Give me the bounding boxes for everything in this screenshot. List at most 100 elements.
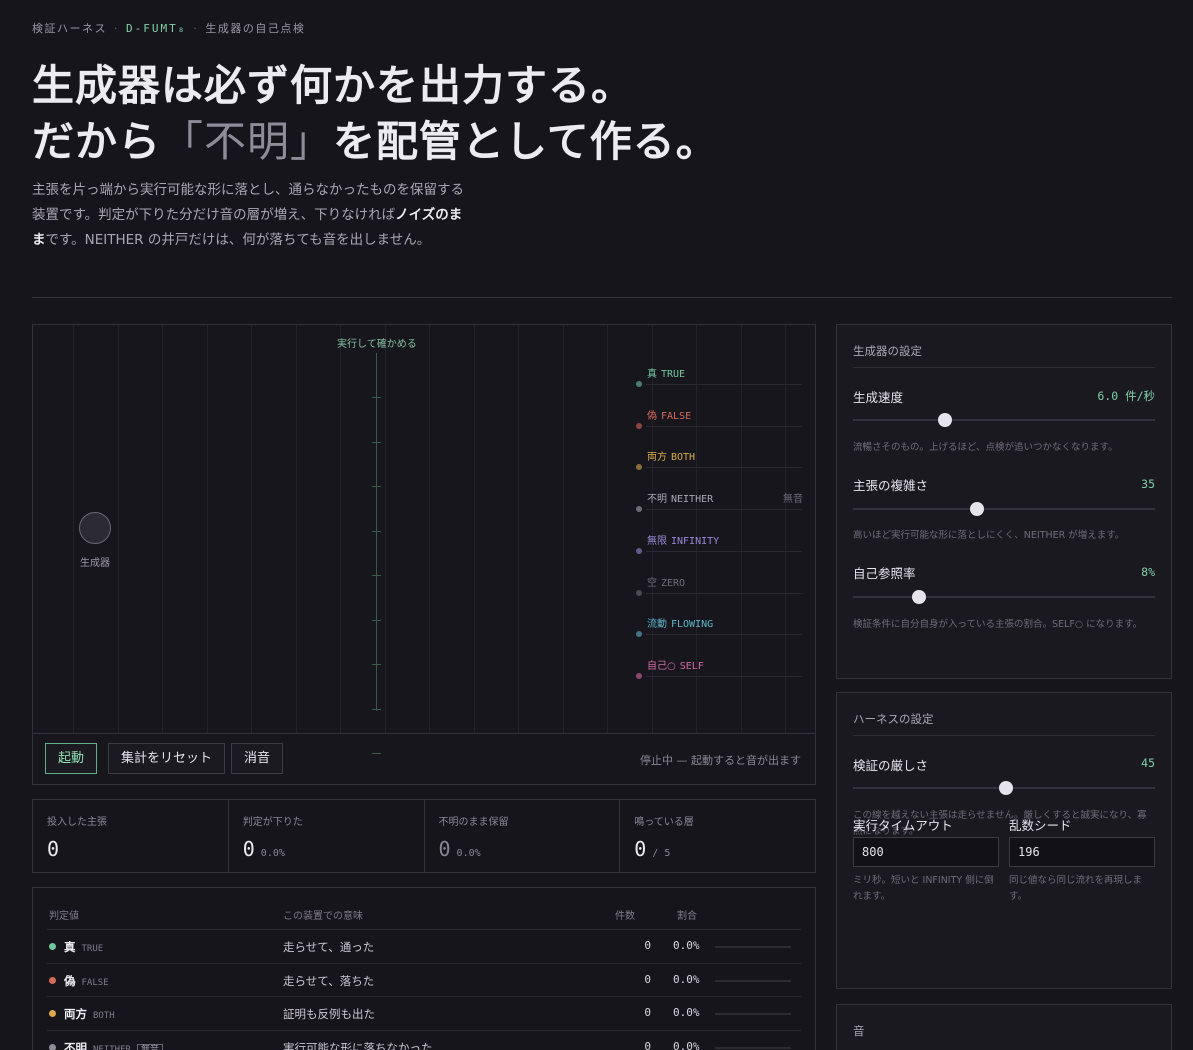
timeout-input[interactable]: 800 [853, 837, 999, 867]
lane-label-en: BOTH [671, 452, 696, 464]
stat-sub: 0.0% [456, 848, 481, 859]
header-meaning: この装置での意味 [283, 911, 363, 922]
breadcrumb-harness: 検証ハーネス [32, 22, 107, 35]
row-ratio-bar [715, 946, 791, 948]
seed-input[interactable]: 196 [1009, 837, 1155, 867]
row-dot [49, 976, 56, 984]
row-en: BOTH [93, 1011, 115, 1021]
panel-header: ハーネスの設定 [853, 693, 1155, 736]
breadcrumb-separator: · [114, 22, 119, 35]
breadcrumb-dfumt: D-FUMT₈ [126, 22, 187, 35]
lede-text-c: です。NEITHER の井戸だけは、何が落ちても音を出しません。 [45, 232, 431, 248]
row-ratio-bar [715, 1013, 791, 1015]
verify-axis [372, 353, 381, 754]
grid-line [162, 325, 163, 733]
row-value: 真 TRUE [49, 939, 103, 955]
axis-tick [372, 664, 381, 665]
lane-label-jp: 不明 [647, 494, 667, 506]
panel-header: 音 [853, 1005, 1155, 1048]
selfref-slider[interactable] [853, 596, 1155, 598]
axis-tick [372, 575, 381, 576]
lane-infinity: 無限 INFINITY [636, 532, 803, 554]
header-ratio: 割合 [677, 911, 697, 922]
grid-line [385, 325, 386, 733]
lane-label-en: TRUE [661, 369, 686, 380]
control-value: 8% [1141, 565, 1155, 579]
speed-slider[interactable] [853, 419, 1155, 421]
lane-label: 流動 FLOWING [647, 615, 713, 630]
lane-label: 自己○ SELF [647, 657, 704, 672]
lane-track [646, 509, 802, 511]
row-jp: 不明 [64, 1040, 87, 1050]
row-dot [49, 1043, 56, 1050]
lane-zero: 空 ZERO [636, 574, 803, 596]
verify-label: 実行して確かめる [337, 339, 417, 350]
seed-label: 乱数シード [1009, 818, 1072, 833]
lane-label: 無限 INFINITY [647, 532, 719, 547]
row-count: 0 [644, 939, 651, 952]
control-name: 生成速度 [853, 390, 904, 405]
stat-value: 0 [242, 837, 255, 861]
stat-value: 0 [47, 837, 60, 861]
lane-label-jp: 真 [647, 369, 657, 380]
lane-dot [636, 381, 642, 387]
lane-label-jp: 無限 [647, 535, 667, 547]
lane-track [646, 425, 802, 427]
control-value: 45 [1141, 756, 1155, 770]
table-row: 両方 BOTH 証明も反例も出た 0 0.0% [47, 997, 801, 1031]
stat-submitted: 投入した主張 0 [33, 800, 229, 872]
lane-neither: 不明 NEITHER 無音 [636, 490, 803, 513]
control-name: 検証の厳しさ [853, 758, 929, 773]
row-dot [49, 943, 56, 950]
selfref-slider-knob[interactable] [912, 590, 927, 604]
lane-both: 両方 BOTH [636, 448, 803, 471]
lane-track [646, 592, 802, 594]
table-header: 判定値 この装置での意味 件数 割合 [47, 888, 801, 930]
title-line-2c: を配管として作る。 [333, 117, 719, 166]
lane-track [646, 467, 802, 469]
stage-status: 停止中 — 起動すると音が出ます [640, 754, 801, 767]
speed-slider-knob[interactable] [938, 413, 953, 427]
lane-dot [636, 672, 642, 679]
grid-line [251, 325, 252, 733]
sound-panel: 音 [836, 1004, 1172, 1050]
row-value: 両方 BOTH [49, 1006, 115, 1022]
reset-button[interactable]: 集計をリセット [108, 743, 226, 774]
harness-settings-panel: ハーネスの設定 検証の厳しさ 45 この線を越えない主張は走らせません。厳しくす… [836, 692, 1172, 989]
table-row: 偽 FALSE 走らせて、落ちた 0 0.0% [47, 964, 801, 997]
lane-dot [636, 589, 642, 596]
start-button[interactable]: 起動 [45, 743, 98, 774]
grid-line [296, 325, 297, 733]
strictness-slider-knob[interactable] [998, 781, 1013, 795]
row-ratio: 0.0% [673, 939, 700, 952]
mute-button[interactable]: 消音 [231, 743, 284, 774]
stat-sub: 0.0% [260, 848, 285, 859]
axis-tick [372, 530, 381, 532]
row-ratio-bar [715, 1046, 791, 1049]
simulation-stage: 実行して確かめる 生成器 真 TRUE 偽 FALSE 両方 BOTH 不明 NEITHER 無… [32, 324, 816, 785]
page-title: 生成器は必ず何かを出力する。 だから「不明」を配管として作る。 [32, 58, 719, 170]
lane-label-jp: 流動 [647, 619, 667, 631]
breadcrumb-separator: · [193, 22, 199, 35]
row-count: 0 [644, 1006, 651, 1019]
complexity-slider[interactable] [853, 508, 1155, 510]
row-meaning: 走らせて、通った [283, 940, 375, 954]
complexity-slider-knob[interactable] [969, 502, 984, 516]
lane-label-jp: 空 [647, 577, 657, 589]
row-en: FALSE [81, 977, 109, 988]
control-value: 35 [1141, 477, 1155, 491]
lane-true: 真 TRUE [636, 365, 803, 387]
row-en: TRUE [81, 944, 104, 954]
grid-line [207, 325, 208, 733]
breadcrumb: 検証ハーネス · D-FUMT₈ · 生成器の自己点検 [32, 20, 305, 36]
axis-tick [372, 397, 381, 398]
stats-strip: 投入した主張 0 判定が下りた 0 0.0% 不明のまま保留 0 0.0% 鳴ってい… [32, 799, 816, 873]
lane-label: 真 TRUE [647, 365, 685, 380]
panel-title: 音 [853, 1024, 865, 1038]
stat-pending: 不明のまま保留 0 0.0% [425, 800, 621, 872]
stat-decided: 判定が下りた 0 0.0% [229, 800, 425, 872]
generator-label: 生成器 [80, 558, 110, 569]
stat-label: 不明のまま保留 [438, 817, 509, 828]
lane-label-en: INFINITY [671, 535, 720, 547]
control-help: 検証条件に自分自身が入っている主張の割合。SELF○ になります。 [853, 619, 1143, 630]
